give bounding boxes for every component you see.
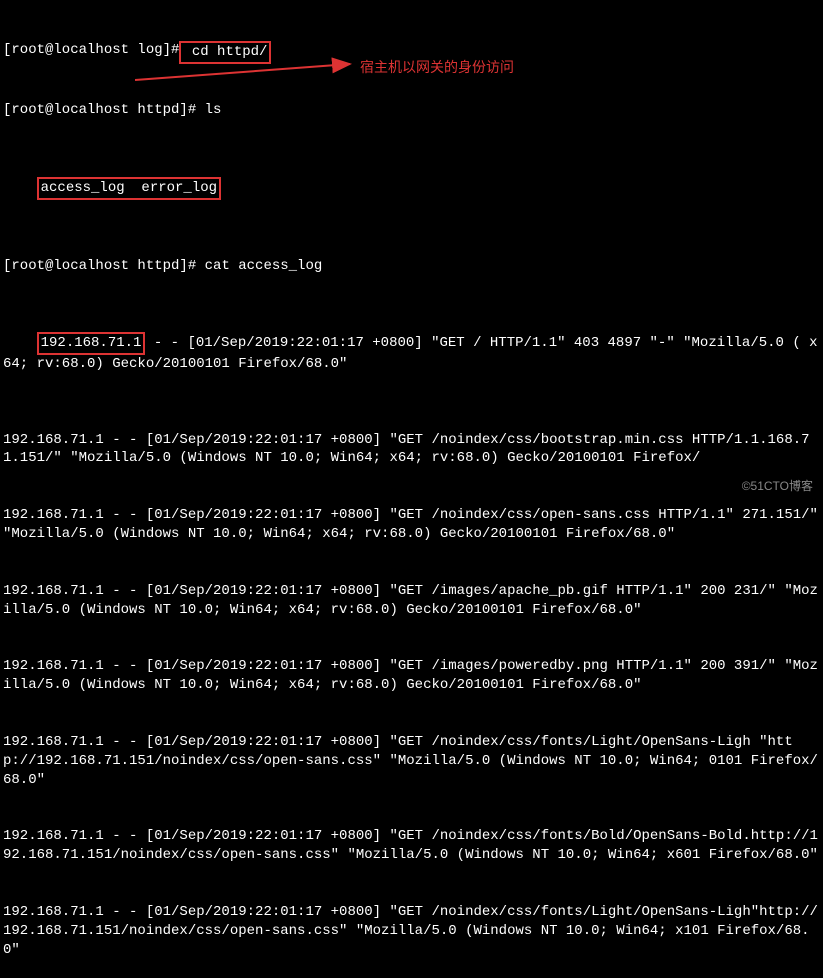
log-entry-1: 192.168.71.1 - - [01/Sep/2019:22:01:17 +… bbox=[3, 431, 820, 469]
prompt-log: [root@localhost log]# bbox=[3, 41, 179, 60]
prompt-httpd: [root@localhost httpd]# bbox=[3, 101, 196, 120]
cd-command-box: cd httpd/ bbox=[179, 41, 271, 64]
ip-highlight-box: 192.168.71.1 bbox=[37, 332, 146, 355]
log-entry-2: 192.168.71.1 - - [01/Sep/2019:22:01:17 +… bbox=[3, 506, 820, 544]
command-line-cat: [root@localhost httpd]# cat access_log bbox=[3, 257, 820, 276]
log-entry-7: 192.168.71.1 - - [01/Sep/2019:22:01:17 +… bbox=[3, 903, 820, 960]
watermark-text: ©51CTO博客 bbox=[742, 478, 813, 494]
ls-output-box: access_log error_log bbox=[37, 177, 221, 200]
log-entry-3: 192.168.71.1 - - [01/Sep/2019:22:01:17 +… bbox=[3, 582, 820, 620]
ls-output-line: access_log error_log bbox=[3, 158, 820, 219]
cat-command: cat access_log bbox=[196, 257, 322, 276]
log-first-line: 192.168.71.1 - - [01/Sep/2019:22:01:17 +… bbox=[3, 313, 820, 393]
log-entry-4: 192.168.71.1 - - [01/Sep/2019:22:01:17 +… bbox=[3, 657, 820, 695]
log-entry-5: 192.168.71.1 - - [01/Sep/2019:22:01:17 +… bbox=[3, 733, 820, 790]
command-line-ls: [root@localhost httpd]# ls bbox=[3, 101, 820, 120]
terminal-output[interactable]: [root@localhost log]# cd httpd/ [root@lo… bbox=[3, 3, 820, 978]
ls-command: ls bbox=[196, 101, 221, 120]
log-entry-6: 192.168.71.1 - - [01/Sep/2019:22:01:17 +… bbox=[3, 827, 820, 865]
annotation-label: 宿主机以网关的身份访问 bbox=[360, 58, 514, 77]
prompt-httpd-2: [root@localhost httpd]# bbox=[3, 257, 196, 276]
